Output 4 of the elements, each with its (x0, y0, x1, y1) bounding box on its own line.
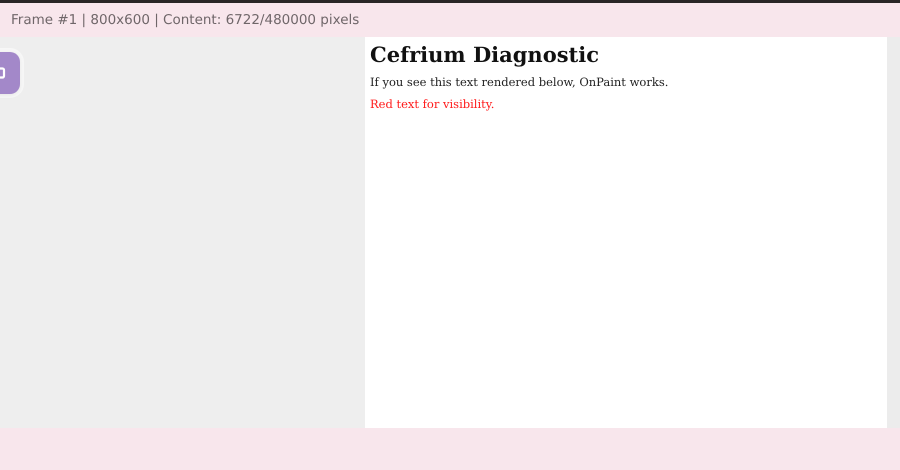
frame-status-text: Frame #1 | 800x600 | Content: 6722/480000 pixels (11, 12, 360, 28)
body-text: If you see this text rendered below, OnPaint works. (370, 75, 670, 89)
warning-text: Red text for visibility. (370, 97, 496, 111)
page-heading: Cefrium Diagnostic (370, 42, 600, 67)
